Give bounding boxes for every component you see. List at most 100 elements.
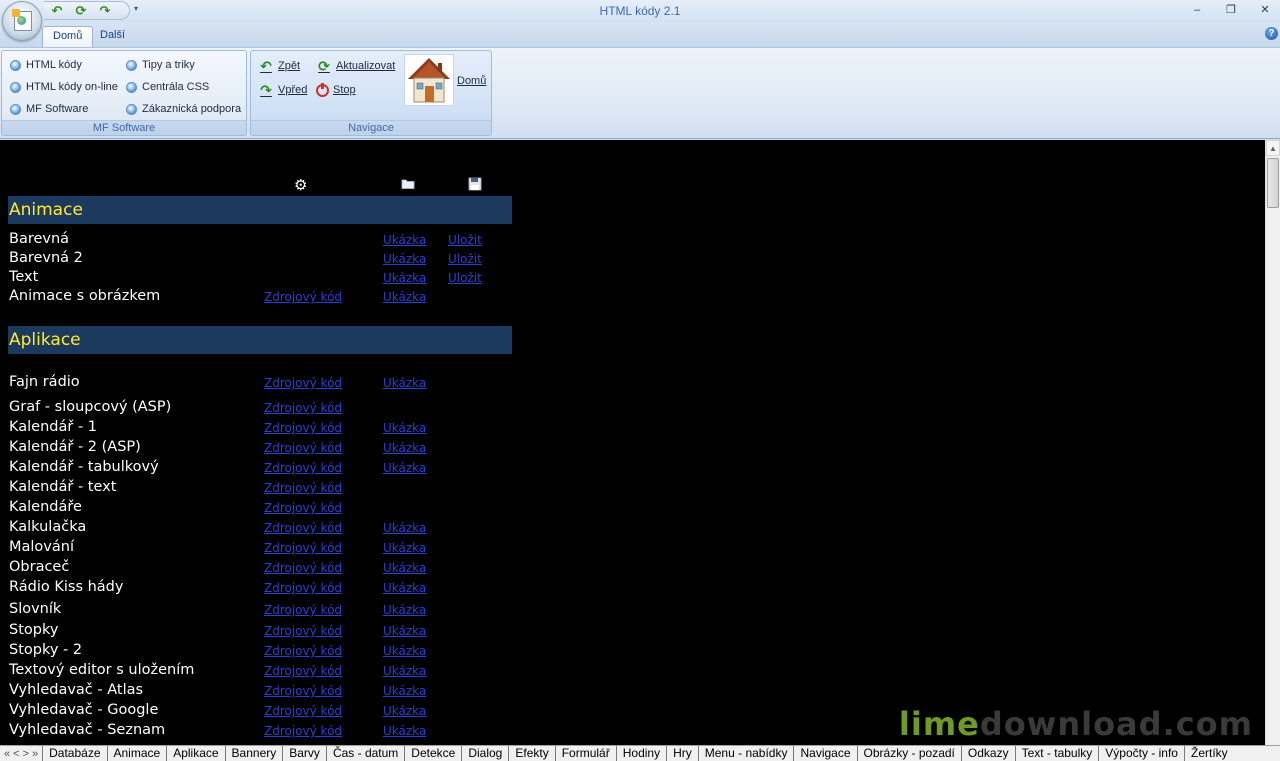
back-arrow-icon: ↶ — [260, 58, 272, 74]
source-code-link[interactable]: Zdrojový kód — [264, 290, 342, 304]
category-tab[interactable]: Bannery — [224, 746, 283, 761]
prev-tab-icon[interactable]: < — [13, 748, 19, 760]
demo-link[interactable]: Ukázka — [383, 461, 426, 475]
demo-link[interactable]: Ukázka — [383, 290, 426, 304]
source-code-link[interactable]: Zdrojový kód — [264, 664, 342, 678]
demo-link[interactable]: Ukázka — [383, 581, 426, 595]
save-link[interactable]: Uložit — [448, 233, 482, 247]
first-tab-icon[interactable]: « — [4, 748, 10, 760]
source-code-link[interactable]: Zdrojový kód — [264, 624, 342, 638]
vertical-scrollbar[interactable]: ▲ — [1265, 140, 1280, 745]
item-name: Kalkulačka — [9, 519, 87, 535]
source-code-link[interactable]: Zdrojový kód — [264, 376, 342, 390]
source-code-link[interactable]: Zdrojový kód — [264, 501, 342, 515]
ribbon-item-mf-software[interactable]: MF Software — [10, 100, 88, 118]
next-tab-icon[interactable]: > — [23, 748, 29, 760]
source-code-link[interactable]: Zdrojový kód — [264, 644, 342, 658]
category-tab[interactable]: Navigace — [793, 746, 856, 761]
back-button[interactable]: ↶ Zpět — [258, 57, 300, 75]
maximize-button[interactable]: ❐ — [1218, 2, 1244, 18]
source-code-link[interactable]: Zdrojový kód — [264, 581, 342, 595]
category-tab[interactable]: Text - tabulky — [1014, 746, 1099, 761]
demo-link[interactable]: Ukázka — [383, 252, 426, 266]
category-tab[interactable]: Hodiny — [615, 746, 666, 761]
tab-domu[interactable]: Domů — [42, 26, 94, 47]
demo-link[interactable]: Ukázka — [383, 644, 426, 658]
tab-dalsi[interactable]: Další — [90, 26, 135, 47]
close-button[interactable]: ✕ — [1252, 2, 1278, 18]
demo-link[interactable]: Ukázka — [383, 233, 426, 247]
category-tab[interactable]: Barvy — [282, 746, 326, 761]
home-label[interactable]: Domů — [457, 75, 486, 87]
stop-button[interactable]: Stop — [316, 81, 356, 99]
source-code-link[interactable]: Zdrojový kód — [264, 401, 342, 415]
source-code-link[interactable]: Zdrojový kód — [264, 441, 342, 455]
source-code-link[interactable]: Zdrojový kód — [264, 704, 342, 718]
source-code-link[interactable]: Zdrojový kód — [264, 561, 342, 575]
qat-customize-dropdown[interactable]: ▾ — [134, 4, 138, 13]
save-link[interactable]: Uložit — [448, 252, 482, 266]
source-code-link[interactable]: Zdrojový kód — [264, 421, 342, 435]
ribbon-item-html-kody[interactable]: HTML kódy — [10, 56, 82, 74]
html-content-view[interactable]: ⚙ Animace Barevná Ukázka Uložit Barevná … — [0, 140, 1265, 745]
ribbon-item-tipy-a-triky[interactable]: Tipy a triky — [126, 56, 195, 74]
demo-link[interactable]: Ukázka — [383, 271, 426, 285]
help-icon[interactable]: ? — [1265, 27, 1278, 40]
category-tab[interactable]: Formulář — [554, 746, 616, 761]
category-tab[interactable]: Detekce — [404, 746, 461, 761]
demo-link[interactable]: Ukázka — [383, 603, 426, 617]
category-tab[interactable]: Aplikace — [166, 746, 224, 761]
source-code-link[interactable]: Zdrojový kód — [264, 603, 342, 617]
app-menu-button[interactable] — [2, 1, 42, 41]
forward-arrow-icon: ↷ — [260, 82, 272, 98]
demo-link[interactable]: Ukázka — [383, 376, 426, 390]
ribbon-item-centrala-css[interactable]: Centrála CSS — [126, 78, 209, 96]
demo-link[interactable]: Ukázka — [383, 441, 426, 455]
demo-link[interactable]: Ukázka — [383, 541, 426, 555]
demo-link[interactable]: Ukázka — [383, 664, 426, 678]
category-tab[interactable]: Výpočty - info — [1098, 746, 1184, 761]
qat-refresh-button[interactable]: ⟳ — [72, 3, 90, 18]
category-tab[interactable]: Menu - nabídky — [697, 746, 794, 761]
demo-link[interactable]: Ukázka — [383, 521, 426, 535]
home-button[interactable] — [404, 54, 454, 106]
source-code-link[interactable]: Zdrojový kód — [264, 461, 342, 475]
demo-link[interactable]: Ukázka — [383, 561, 426, 575]
demo-link[interactable]: Ukázka — [383, 704, 426, 718]
category-tab[interactable]: Hry — [666, 746, 698, 761]
category-tab[interactable]: Dialog — [461, 746, 508, 761]
last-tab-icon[interactable]: » — [32, 748, 38, 760]
watermark-logo: limedownload.com — [898, 705, 1253, 743]
refresh-button[interactable]: ⟳ Aktualizovat — [316, 57, 395, 75]
category-tab[interactable]: Čas - datum — [325, 746, 404, 761]
category-tab[interactable]: Odkazy — [960, 746, 1015, 761]
category-tab[interactable]: Databáze — [42, 746, 106, 761]
category-tab[interactable]: Obrázky - pozadí — [856, 746, 961, 761]
item-name: Barevná 2 — [9, 250, 83, 266]
qat-back-button[interactable]: ↶ — [48, 3, 66, 18]
ribbon-item-zakaznicka-podpora[interactable]: Zákaznická podpora — [126, 100, 241, 118]
source-code-link[interactable]: Zdrojový kód — [264, 724, 342, 738]
demo-link[interactable]: Ukázka — [383, 421, 426, 435]
source-code-link[interactable]: Zdrojový kód — [264, 541, 342, 555]
demo-link[interactable]: Ukázka — [383, 724, 426, 738]
globe-bullet-icon — [10, 103, 21, 115]
item-name: Textový editor s uložením — [9, 662, 195, 678]
scroll-thumb[interactable] — [1267, 158, 1279, 208]
demo-link[interactable]: Ukázka — [383, 684, 426, 698]
scroll-up-icon[interactable]: ▲ — [1266, 140, 1280, 156]
category-tab[interactable]: Žertíky — [1183, 746, 1234, 761]
category-tab[interactable]: Efekty — [508, 746, 554, 761]
source-code-link[interactable]: Zdrojový kód — [264, 521, 342, 535]
qat-forward-button[interactable]: ↷ — [96, 3, 114, 18]
item-name: Malování — [9, 539, 74, 555]
globe-bullet-icon — [126, 81, 137, 93]
demo-link[interactable]: Ukázka — [383, 624, 426, 638]
save-link[interactable]: Uložit — [448, 271, 482, 285]
source-code-link[interactable]: Zdrojový kód — [264, 684, 342, 698]
source-code-link[interactable]: Zdrojový kód — [264, 481, 342, 495]
minimize-button[interactable]: – — [1184, 2, 1210, 18]
category-tab[interactable]: Animace — [106, 746, 167, 761]
ribbon-item-html-kody-online[interactable]: HTML kódy on-line — [10, 78, 118, 96]
forward-button[interactable]: ↷ Vpřed — [258, 81, 307, 99]
